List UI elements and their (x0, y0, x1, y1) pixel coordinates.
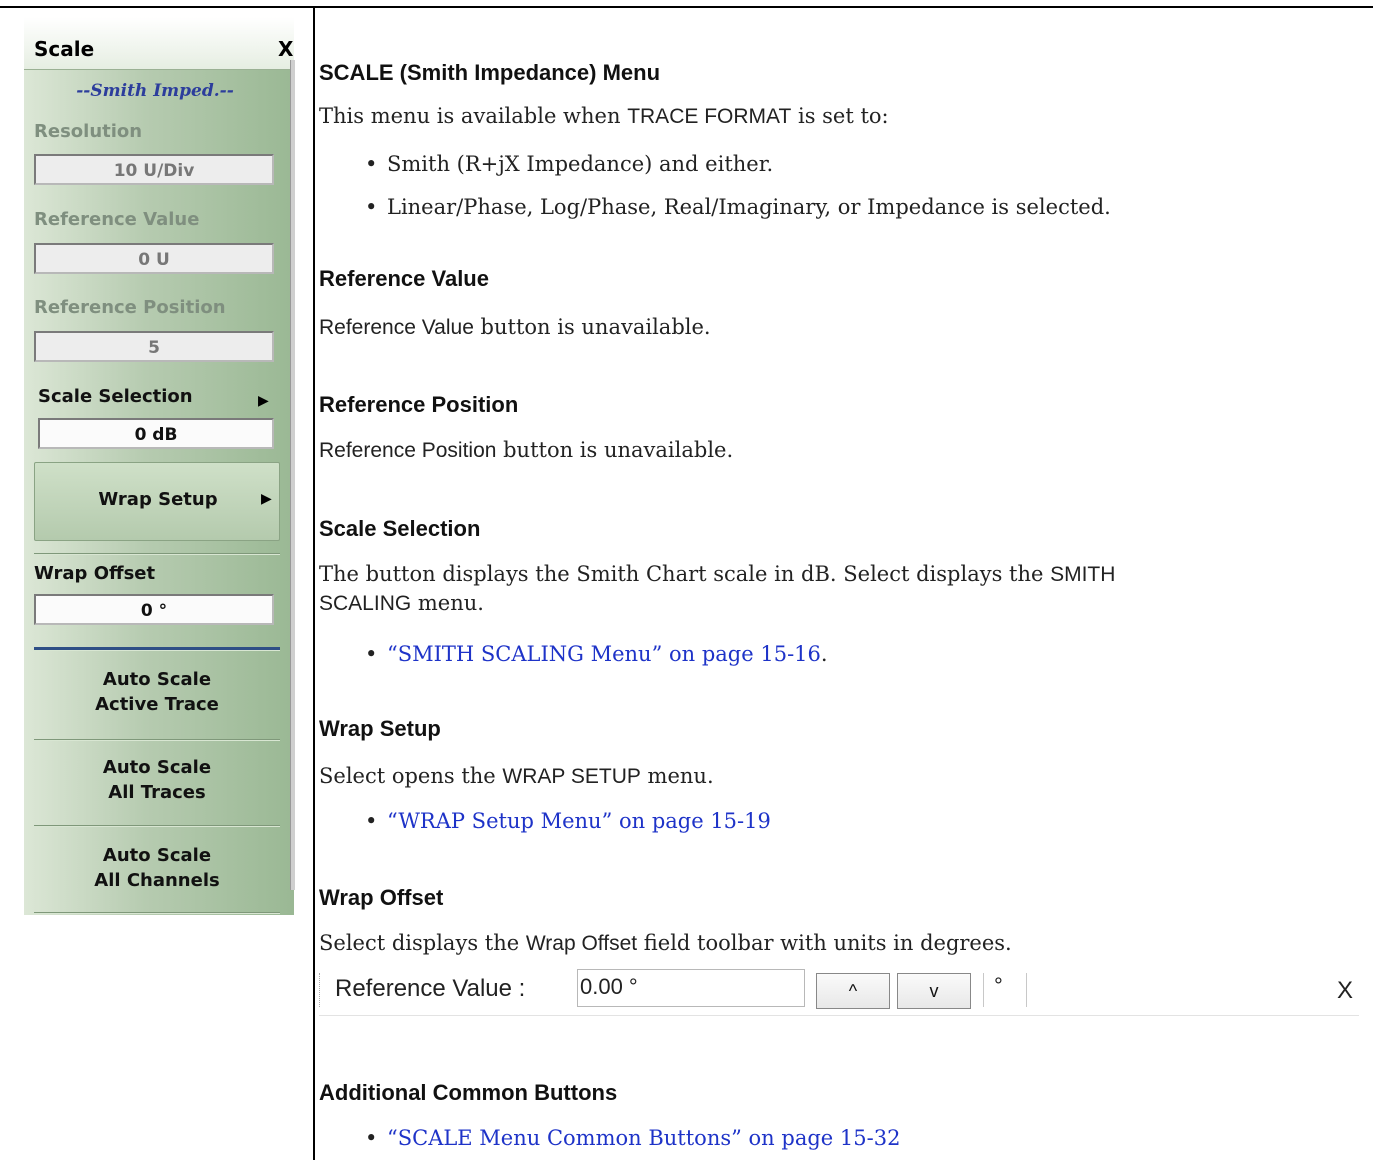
heading-reference-position: Reference Position (319, 392, 519, 417)
text: is set to: (791, 104, 889, 128)
text: Select displays the (319, 931, 526, 955)
list-item: • “SCALE Menu Common Buttons” on page 15-… (365, 1124, 900, 1152)
link-smith-scaling[interactable]: “SMITH SCALING Menu” on page 15-16 (387, 642, 821, 666)
increment-button[interactable]: ^ (816, 973, 890, 1009)
menu-name: WRAP SETUP (502, 765, 641, 788)
text: Select opens the (319, 764, 503, 788)
submenu-arrow-icon: ▶ (261, 491, 272, 507)
text: This menu is available when (319, 104, 628, 128)
heading-common-buttons: Additional Common Buttons (319, 1080, 618, 1105)
column-divider (313, 6, 315, 1160)
paragraph: The button displays the Smith Chart scal… (319, 560, 1359, 618)
heading-wrap-setup: Wrap Setup (319, 716, 441, 741)
submenu-arrow-icon: ▶ (258, 393, 269, 409)
list-item: • Linear/Phase, Log/Phase, Real/Imaginary… (365, 193, 1111, 221)
reference-position-field: 5 (34, 331, 274, 362)
button-line: All Channels (94, 870, 220, 891)
button-line: Auto Scale (102, 845, 212, 866)
divider (34, 739, 280, 741)
chevron-up-icon: ^ (848, 981, 858, 1001)
wrap-offset-field-toolbar: Reference Value : 0.00 ° ^ v ° X (319, 965, 1359, 1016)
button-line: All Traces (108, 782, 206, 803)
auto-scale-active-trace-button[interactable]: Auto Scale Active Trace (34, 667, 280, 717)
text: The button displays the Smith Chart scal… (319, 562, 1051, 586)
text: Linear/Phase, Log/Phase, Real/Imaginary,… (387, 195, 1111, 219)
heading-scale-selection: Scale Selection (319, 516, 481, 541)
resolution-field: 10 U/Div (34, 154, 274, 185)
auto-scale-all-traces-button[interactable]: Auto Scale All Traces (34, 755, 280, 805)
divider (34, 912, 280, 914)
text: button is unavailable. (473, 315, 711, 339)
close-icon[interactable]: X (278, 37, 293, 61)
value-input[interactable]: 0.00 ° (577, 969, 805, 1007)
paragraph: Select displays the Wrap Offset field to… (319, 929, 1359, 958)
reference-position-label: Reference Position (34, 297, 226, 318)
button-line: Auto Scale (102, 757, 212, 778)
list-item: • “SMITH SCALING Menu” on page 15-16. (365, 640, 828, 668)
scale-menu-panel: Scale X --Smith Imped.-- Resolution 10 U… (24, 17, 294, 915)
resolution-label: Resolution (34, 121, 143, 142)
heading-scale-menu: SCALE (Smith Impedance) Menu (319, 60, 661, 85)
unit-label: ° (994, 973, 1003, 998)
list-item: • Smith (R+jX Impedance) and either. (365, 150, 773, 178)
button-line: Active Trace (95, 694, 219, 715)
text: menu. (640, 764, 714, 788)
link-scale-common-buttons[interactable]: “SCALE Menu Common Buttons” on page 15-3… (387, 1126, 900, 1150)
bullet-icon: • (365, 642, 378, 666)
separator (983, 973, 984, 1007)
divider (34, 825, 280, 827)
wrap-offset-label: Wrap Offset (34, 563, 156, 584)
paragraph: Reference Position button is unavailable… (319, 436, 1359, 465)
text: field toolbar with units in degrees. (637, 931, 1012, 955)
scale-selection-label: Scale Selection (38, 386, 193, 407)
menu-name: SCALING (319, 592, 412, 615)
panel-title: Scale (34, 37, 95, 61)
auto-scale-all-channels-button[interactable]: Auto Scale All Channels (34, 843, 280, 893)
heading-reference-value: Reference Value (319, 266, 489, 291)
button-name: Reference Position (319, 439, 497, 462)
bullet-icon: • (365, 809, 378, 833)
reference-value-label: Reference Value (34, 209, 200, 230)
panel-subtitle: --Smith Imped.-- (76, 81, 234, 101)
separator (1026, 973, 1027, 1007)
decrement-button[interactable]: v (897, 973, 971, 1009)
bullet-icon: • (365, 195, 378, 219)
chevron-down-icon: v (929, 981, 939, 1001)
menu-name: TRACE FORMAT (627, 105, 792, 128)
divider (34, 647, 280, 651)
heading-wrap-offset: Wrap Offset (319, 885, 444, 910)
scale-selection-button[interactable]: 0 dB (38, 418, 274, 449)
field-name: Wrap Offset (525, 932, 638, 955)
toolbar-label: Reference Value : (335, 975, 526, 1002)
reference-value-field: 0 U (34, 243, 274, 274)
menu-name: SMITH (1050, 563, 1116, 586)
divider (34, 553, 280, 555)
wrap-offset-field[interactable]: 0 ° (34, 594, 274, 625)
list-item: • “WRAP Setup Menu” on page 15-19 (365, 807, 771, 835)
text: button is unavailable. (496, 438, 734, 462)
paragraph: Reference Value button is unavailable. (319, 313, 1359, 342)
wrap-setup-button[interactable]: Wrap Setup ▶ (34, 462, 280, 541)
bullet-icon: • (365, 152, 378, 176)
paragraph: This menu is available when TRACE FORMAT… (319, 102, 1359, 131)
close-icon[interactable]: X (1337, 977, 1353, 1005)
text: menu. (411, 591, 484, 615)
button-line: Auto Scale (102, 669, 212, 690)
documentation: SCALE (Smith Impedance) Menu This menu i… (319, 0, 1369, 1160)
panel-scrollbar[interactable] (290, 60, 295, 890)
text: . (820, 642, 828, 666)
paragraph: Select opens the WRAP SETUP menu. (319, 762, 1359, 791)
button-name: Reference Value (319, 316, 474, 339)
link-wrap-setup[interactable]: “WRAP Setup Menu” on page 15-19 (387, 809, 771, 833)
toolbar-grip[interactable] (319, 973, 320, 1007)
bullet-icon: • (365, 1126, 378, 1150)
wrap-setup-label: Wrap Setup (98, 489, 218, 510)
panel-title-bar: Scale X (24, 17, 294, 70)
text: Smith (R+jX Impedance) and either. (387, 152, 774, 176)
